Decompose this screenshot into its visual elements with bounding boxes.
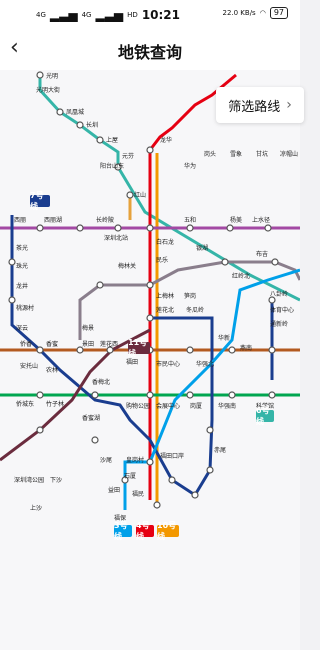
station-label: 深圳北站: [104, 234, 128, 242]
station-label: 笋岗: [184, 292, 196, 300]
network-speed: 22.0 KB/s: [222, 9, 256, 17]
station-label: 益田: [108, 486, 120, 494]
status-right: 22.0 KB/s ◠ 97: [222, 7, 288, 19]
clock: 10:21: [141, 8, 181, 22]
metro-map-svg[interactable]: 光明 光明大街 凤凰城 长圳 上屋 阳台山东 元芬 红山 西丽 西丽湖 长岭陂 …: [0, 70, 300, 650]
station-label: 华强南: [218, 402, 236, 410]
filter-route-label: 筛选路线: [228, 99, 281, 115]
station-label: 市民中心: [156, 360, 180, 368]
station-label: 银湖: [196, 244, 208, 252]
station-label: 长圳: [86, 121, 98, 129]
station-label: 莲花西: [100, 340, 118, 348]
station-label: 红岭北: [232, 272, 250, 280]
chevron-right-icon: ›: [286, 97, 292, 113]
station-label: 上屋: [106, 136, 118, 144]
signal-bars-icon: ▂▃▅: [49, 8, 78, 22]
station-label: 岗头: [204, 150, 216, 158]
station-label: 福田口岸: [160, 452, 184, 460]
station-label: 香蜜: [46, 340, 58, 348]
station-label: 红山: [134, 191, 146, 199]
station-label: 沙尾: [100, 457, 112, 464]
station-label: 凉帽山: [280, 150, 298, 158]
station-label: 元芬: [122, 152, 134, 160]
page-title: 地铁查询: [117, 43, 182, 62]
wifi-icon: ◠: [259, 9, 266, 17]
station-label: 民乐: [156, 257, 168, 264]
station-label: 景田: [82, 341, 94, 348]
metro-map[interactable]: 光明 光明大街 凤凰城 长圳 上屋 阳台山东 元芬 红山 西丽 西丽湖 长岭陂 …: [0, 70, 300, 650]
station-label: 皇岗村: [126, 456, 144, 464]
line6-badge: 6号线: [256, 406, 274, 426]
station-label: 光明: [46, 72, 58, 80]
station-label: 福民: [132, 490, 144, 498]
status-bar: 4G ▂▃▅ 4G ▂▃▅ HD 10:21 22.0 KB/s ◠ 97: [0, 0, 300, 30]
status-left: 4G ▂▃▅ 4G ▂▃▅ HD 10:21: [36, 8, 180, 22]
station-label: 华新: [218, 334, 230, 342]
station-label: 侨香: [20, 340, 32, 348]
station-label: 阳台山东: [100, 162, 124, 170]
station-label: 香梅北: [92, 378, 110, 386]
station-label: 八卦岭: [270, 290, 288, 298]
station-label: 茶光: [16, 244, 28, 252]
station-label: 深云: [16, 324, 28, 332]
station-label: 竹子林: [46, 400, 64, 408]
station-label: 梅林关: [118, 262, 136, 270]
station-label: 体育中心: [270, 306, 294, 314]
signal2-text: 4G: [81, 11, 92, 19]
line7-badge: 7号线: [30, 191, 50, 211]
station-label: 龙井: [16, 282, 28, 290]
filter-route-button[interactable]: 筛选路线 ›: [216, 87, 304, 123]
header: ‹ 地铁查询: [0, 30, 300, 70]
station-label: 华为: [184, 162, 196, 170]
station-dots: [8, 71, 279, 509]
station-label: 安托山: [20, 362, 38, 370]
station-label: 深圳湾公园: [14, 476, 44, 484]
station-label: 光明大街: [36, 86, 60, 94]
station-label: 西丽: [14, 217, 26, 224]
line10-badge: 10号线: [157, 521, 179, 541]
station-label: 下沙: [50, 477, 62, 484]
station-label: 福田: [126, 358, 138, 366]
line3-badge: 3号线: [114, 521, 132, 541]
station-label: 上沙: [30, 504, 42, 512]
station-label: 上梅林: [156, 292, 174, 300]
station-label: 白石龙: [156, 238, 174, 246]
line11-badge: 11号线: [128, 338, 150, 358]
station-label: 桃源村: [16, 304, 34, 312]
station-label: 梅景: [82, 324, 94, 332]
station-label: 杨美: [230, 216, 242, 224]
line4-badge: 4号线: [136, 521, 154, 541]
station-label: 燕南: [240, 344, 252, 352]
station-label: 凤凰城: [66, 109, 84, 116]
signal1-text: 4G: [36, 11, 46, 19]
station-label: 西丽湖: [44, 216, 62, 224]
station-label: 侨城东: [16, 400, 34, 408]
station-label: 雪象: [230, 150, 242, 158]
station-label: 岗厦: [190, 403, 202, 410]
line9-track: [78, 260, 300, 340]
station-label: 农林: [46, 366, 58, 374]
station-label: 甘坑: [256, 150, 268, 158]
station-label: 五和: [184, 216, 196, 224]
hd-text: HD: [127, 11, 138, 19]
station-label: 莲花北: [156, 306, 174, 314]
station-label: 香蜜湖: [82, 414, 100, 422]
station-label: 冬瓜岭: [186, 306, 204, 314]
station-label: 上水径: [252, 216, 270, 224]
station-label: 珠光: [16, 262, 28, 270]
signal-bars-icon-2: ▂▃▅: [95, 8, 124, 22]
station-label: 华强北: [196, 360, 214, 368]
station-label: 购物公园: [126, 402, 150, 410]
station-label: 石厦: [124, 473, 136, 480]
battery-icon: 97: [269, 7, 288, 19]
station-label: 龙华: [160, 136, 172, 144]
station-label: 赤尾: [214, 447, 226, 454]
station-label: 长岭陂: [96, 216, 114, 224]
station-label: 布吉: [256, 250, 268, 258]
station-label: 通新岭: [270, 320, 288, 328]
station-label: 会展中心: [156, 402, 180, 410]
